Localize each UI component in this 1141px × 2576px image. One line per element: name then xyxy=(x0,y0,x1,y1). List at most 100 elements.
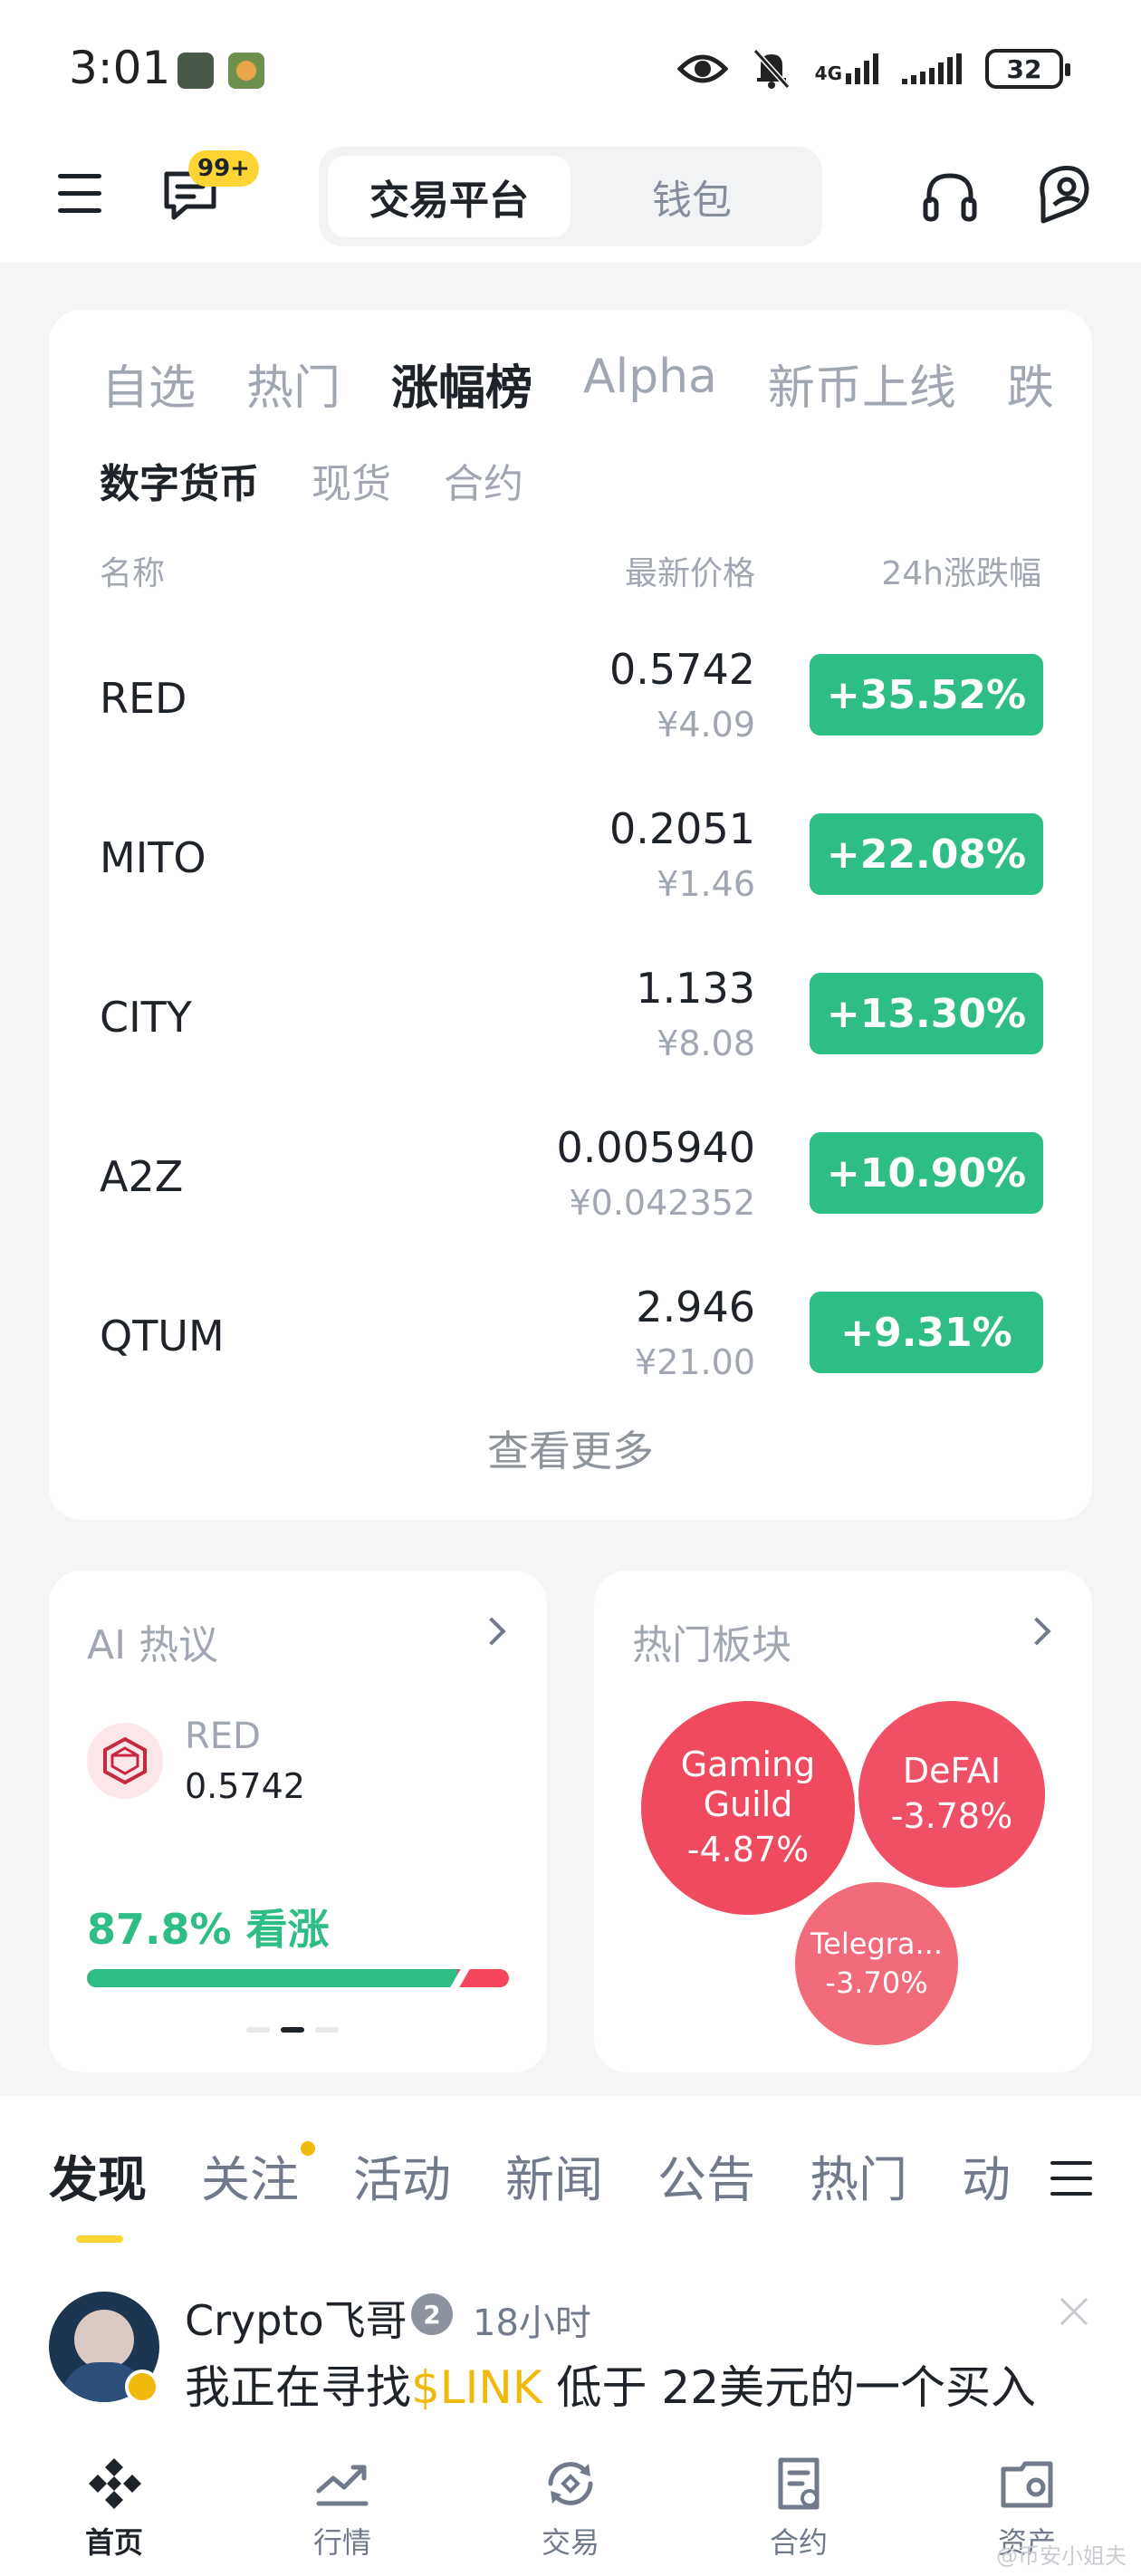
ticker-row[interactable]: MITO 0.2051 ¥1.46 +22.08% xyxy=(49,792,1092,946)
sector-name: DeFAI xyxy=(902,1751,1002,1792)
mute-bell-icon xyxy=(753,48,790,90)
ticker-price: 0.005940 xyxy=(556,1123,756,1172)
ticker-row[interactable]: RED 0.5742 ¥4.09 +35.52% xyxy=(49,632,1092,786)
carousel-dot xyxy=(315,2027,339,2033)
sector-change: -3.70% xyxy=(825,1966,928,2000)
ticker-symbol: QTUM xyxy=(100,1312,225,1360)
ticker-price-cny: ¥0.042352 xyxy=(569,1183,756,1223)
close-icon[interactable] xyxy=(1056,2293,1092,2330)
sector-change: -4.87% xyxy=(686,1829,810,1870)
ticker-price: 0.2051 xyxy=(609,804,755,853)
ai-sentiment-card[interactable]: AI 热议 RED 0.5742 87.8% 看涨 xyxy=(49,1571,547,2072)
column-change[interactable]: 24h涨跌幅 xyxy=(881,547,1041,594)
ticker-change-badge: +22.08% xyxy=(810,813,1043,895)
sentiment-bar xyxy=(87,1969,509,1987)
tab-favorites[interactable]: 自选 xyxy=(101,350,196,418)
tab-gainers[interactable]: 涨幅榜 xyxy=(391,350,532,418)
binance-logo-icon xyxy=(89,2458,141,2509)
post-content[interactable]: 我正在寻找$LINK 低于 22美元的一个买入 xyxy=(185,2351,1036,2417)
status-icons: 4G 32 xyxy=(676,43,1070,94)
message-badge: 99+ xyxy=(188,150,259,187)
nav-futures[interactable]: 合约 xyxy=(685,2422,913,2576)
carousel-dot-active xyxy=(281,2027,304,2033)
sector-name: Gaming Guild xyxy=(680,1745,816,1825)
chevron-right-icon[interactable] xyxy=(477,1617,506,1646)
tab-discover[interactable]: 发现 xyxy=(49,2139,147,2211)
notification-app-icon-2 xyxy=(228,53,264,89)
post-text-before: 我正在寻找 xyxy=(185,2361,411,2414)
hot-sectors-card[interactable]: 热门板块 Gaming Guild -4.87% DeFAI -3.78% Te… xyxy=(594,1571,1092,2072)
sector-change: -3.78% xyxy=(890,1796,1013,1836)
carousel-indicator xyxy=(246,2027,339,2033)
chart-trend-icon xyxy=(316,2465,369,2506)
ranking-card: 自选 热门 涨幅榜 Alpha 新币上线 跌 数字货币 现货 合约 名称 最新价… xyxy=(49,310,1092,1520)
post-cashtag[interactable]: $LINK xyxy=(411,2361,542,2414)
post-time: 18小时 xyxy=(473,2302,591,2344)
ticker-row[interactable]: QTUM 2.946 ¥21.00 +9.31% xyxy=(49,1270,1092,1424)
platform-switch: 交易平台 钱包 xyxy=(319,147,822,246)
ticker-price: 0.5742 xyxy=(609,645,755,694)
post-text-after: 低于 22美元的一个买入 xyxy=(542,2361,1037,2414)
active-tab-indicator xyxy=(76,2235,123,2243)
ticker-price-cny: ¥1.46 xyxy=(657,864,755,904)
tab-new-listings[interactable]: 新币上线 xyxy=(768,350,956,418)
sector-bubble[interactable]: Telegra... -3.70% xyxy=(795,1882,958,2045)
ticker-change-badge: +13.30% xyxy=(810,973,1043,1054)
ticker-price-cny: ¥21.00 xyxy=(635,1342,755,1382)
signal-icon-2 xyxy=(902,53,962,84)
tab-following[interactable]: 关注 xyxy=(201,2139,315,2211)
network-label: 4G xyxy=(814,62,842,84)
ticker-price: 1.133 xyxy=(636,964,755,1013)
ticker-change-badge: +35.52% xyxy=(810,654,1043,735)
ticker-symbol: A2Z xyxy=(100,1152,184,1201)
app-header: 99+ 交易平台 钱包 xyxy=(0,136,1141,263)
menu-icon[interactable] xyxy=(58,174,101,214)
ticker-symbol: RED xyxy=(100,674,187,723)
carousel-dot xyxy=(246,2027,270,2033)
column-name: 名称 xyxy=(100,555,166,592)
sector-name: Telegra... xyxy=(810,1927,943,1962)
tab-wallet[interactable]: 钱包 xyxy=(570,156,813,237)
menu-icon[interactable] xyxy=(1050,2161,1092,2207)
status-time: 3:01 xyxy=(69,42,171,94)
referral-icon[interactable] xyxy=(1031,161,1096,226)
sector-bubble[interactable]: DeFAI -3.78% xyxy=(858,1701,1045,1888)
view-more-link[interactable]: 查看更多 xyxy=(49,1418,1092,1478)
column-price[interactable]: 最新价格 xyxy=(625,547,755,594)
subtab-crypto[interactable]: 数字货币 xyxy=(100,451,259,509)
ranking-tabs: 自选 热门 涨幅榜 Alpha 新币上线 跌 xyxy=(101,350,1072,418)
tab-hot[interactable]: 热门 xyxy=(246,350,340,418)
hot-sectors-title: 热门板块 xyxy=(632,1622,791,1668)
nav-trade[interactable]: 交易 xyxy=(456,2422,685,2576)
tab-trending[interactable]: 热门 xyxy=(810,2139,907,2211)
hexagon-gem-icon xyxy=(103,1736,147,1785)
coin-symbol: RED xyxy=(185,1716,261,1757)
ticker-row[interactable]: CITY 1.133 ¥8.08 +13.30% xyxy=(49,951,1092,1105)
tab-announcements[interactable]: 公告 xyxy=(657,2139,755,2211)
post-author[interactable]: Crypto飞哥 xyxy=(185,2288,408,2348)
tab-news[interactable]: 新闻 xyxy=(505,2139,603,2211)
subtab-spot[interactable]: 现货 xyxy=(312,451,391,509)
tab-exchange[interactable]: 交易平台 xyxy=(328,156,570,237)
ticker-change-badge: +10.90% xyxy=(810,1132,1043,1214)
headset-icon[interactable] xyxy=(920,168,980,228)
tab-dynamic[interactable]: 动 xyxy=(962,2139,1011,2211)
ticker-price-cny: ¥8.08 xyxy=(657,1024,755,1063)
sentiment-bar-bullish xyxy=(87,1969,457,1987)
ticker-symbol: CITY xyxy=(100,993,192,1042)
bullish-ratio: 87.8% 看涨 xyxy=(87,1905,330,1954)
wallet-icon xyxy=(1001,2461,1053,2508)
nav-home[interactable]: 首页 xyxy=(0,2422,228,2576)
tab-losers[interactable]: 跌 xyxy=(1007,350,1054,418)
tab-activities[interactable]: 活动 xyxy=(353,2139,451,2211)
trade-swap-icon xyxy=(548,2462,593,2505)
nav-label: 合约 xyxy=(769,2525,828,2560)
sector-bubble[interactable]: Gaming Guild -4.87% xyxy=(641,1701,855,1915)
ticker-row[interactable]: A2Z 0.005940 ¥0.042352 +10.90% xyxy=(49,1110,1092,1264)
subtab-futures[interactable]: 合约 xyxy=(444,451,523,509)
chevron-right-icon[interactable] xyxy=(1022,1617,1051,1646)
nav-label: 首页 xyxy=(84,2525,143,2560)
nav-markets[interactable]: 行情 xyxy=(228,2422,456,2576)
tab-alpha[interactable]: Alpha xyxy=(583,350,717,418)
signal-4g: 4G xyxy=(815,53,878,84)
